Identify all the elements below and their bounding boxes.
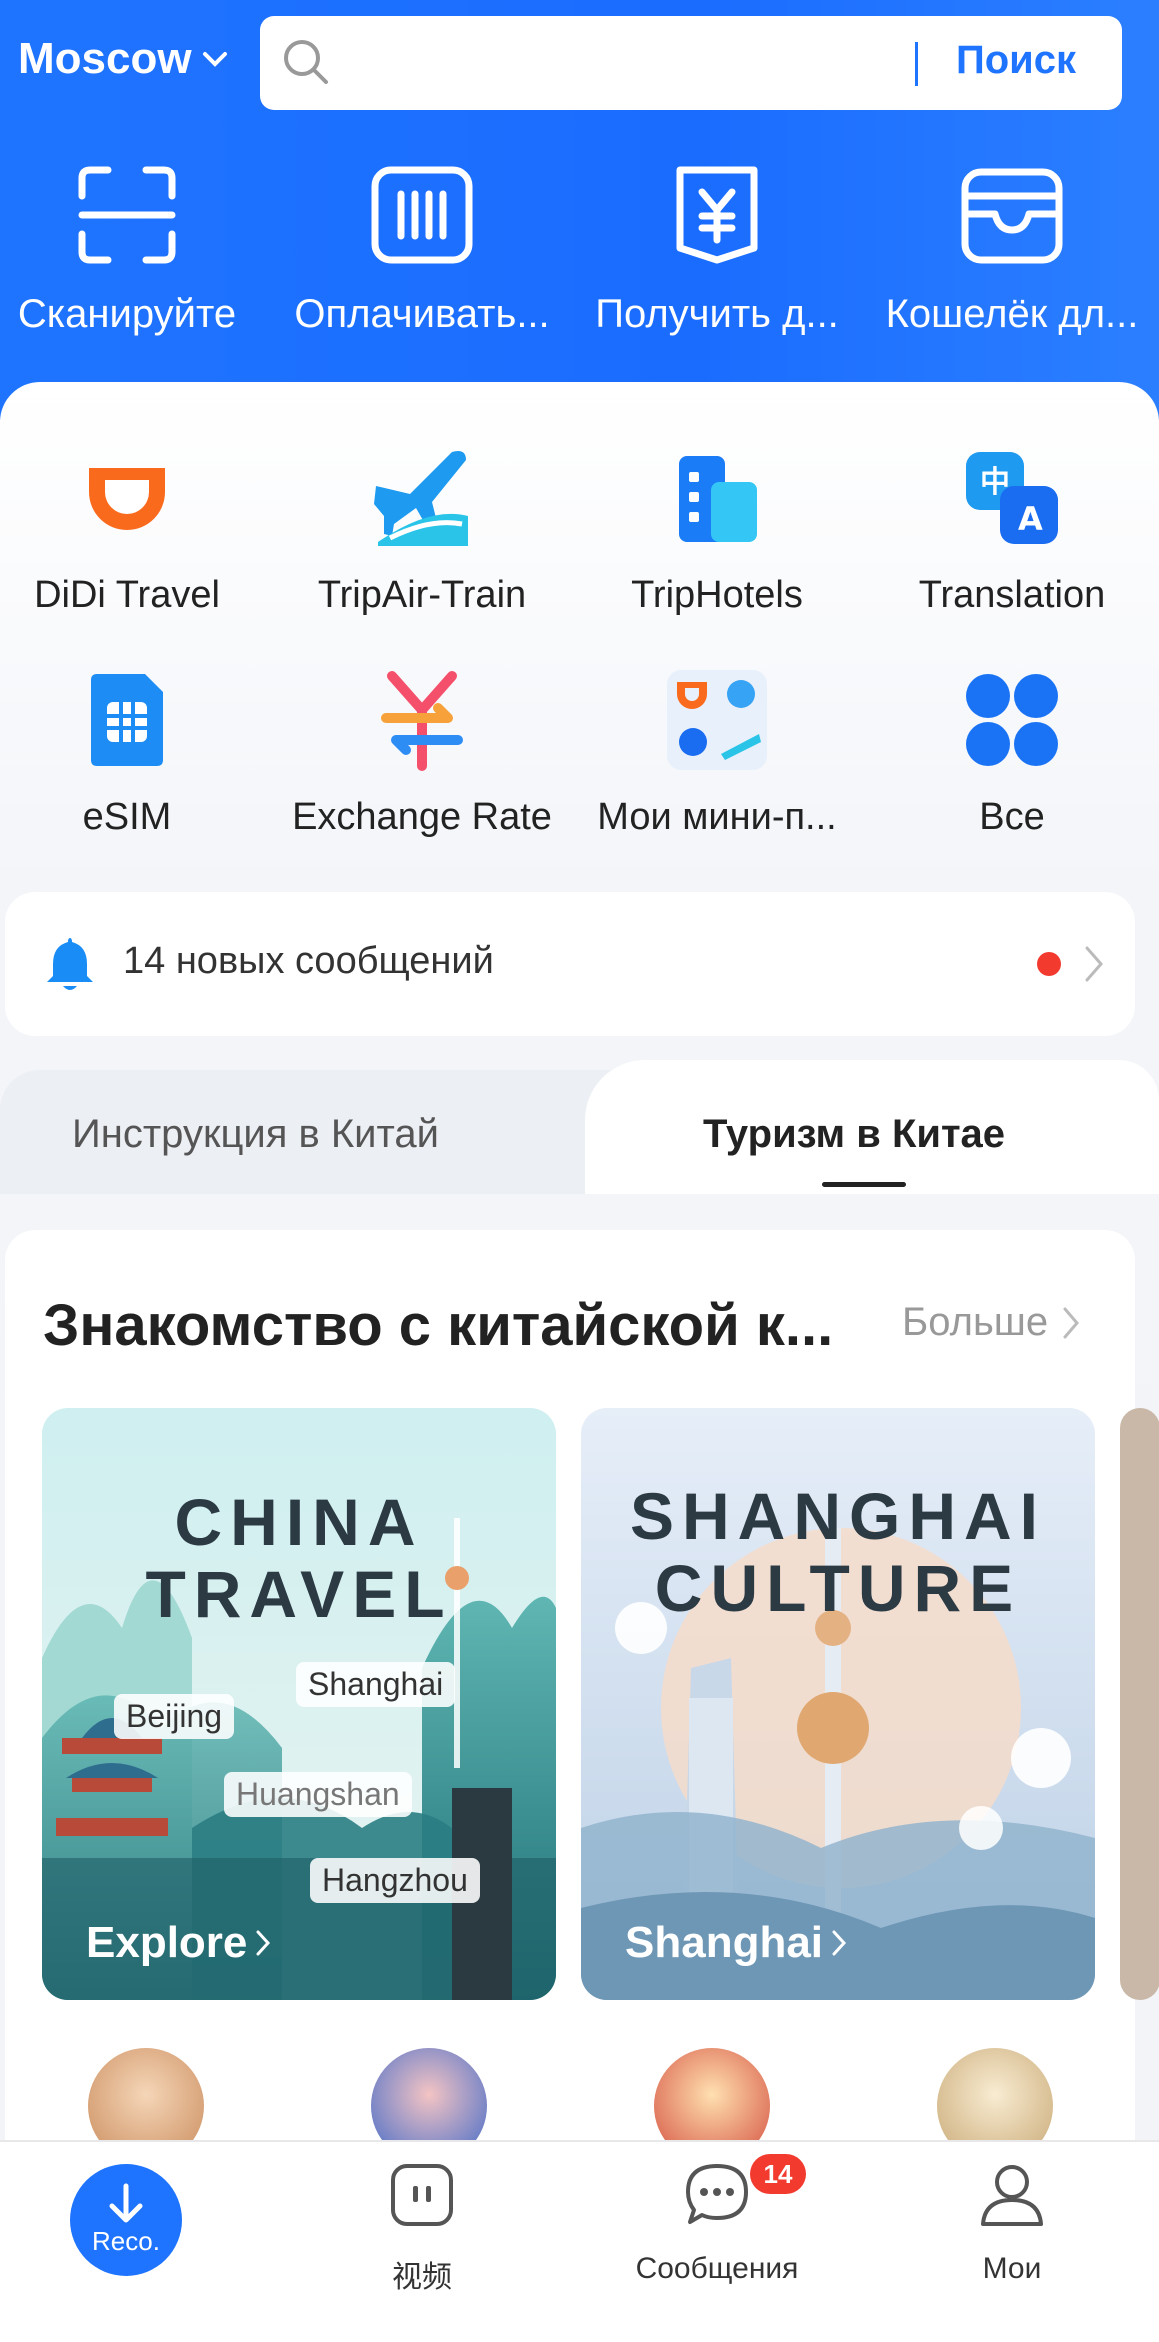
- nav-video[interactable]: 视频: [277, 2142, 567, 2342]
- app-all[interactable]: Все: [867, 668, 1157, 839]
- quick-action-label: Сканируйте: [17, 292, 237, 336]
- explore-label: Explore: [86, 1918, 248, 1967]
- app-label: Все: [979, 796, 1045, 838]
- video-icon: [391, 2164, 453, 2226]
- messages-notification[interactable]: 14 новых сообщений: [5, 892, 1135, 1036]
- mini-programs-icon: [667, 670, 767, 770]
- nav-mine[interactable]: Мои: [867, 2142, 1157, 2342]
- quick-action-label: Оплачивать...: [294, 292, 550, 336]
- notification-text: 14 новых сообщений: [123, 940, 494, 982]
- app-exchange-rate[interactable]: Exchange Rate: [277, 668, 567, 839]
- tab-china-guide-label[interactable]: Инструкция в Китай: [72, 1112, 439, 1157]
- nav-messages[interactable]: Сообщения: [572, 2142, 862, 2342]
- reco-button[interactable]: Reco.: [70, 2164, 182, 2276]
- quick-action-pay[interactable]: Оплачивать...: [277, 160, 567, 360]
- quick-action-wallet[interactable]: Кошелёк дл...: [867, 160, 1157, 360]
- quick-action-label: Получить д...: [595, 292, 839, 336]
- tag-beijing: Beijing: [114, 1694, 235, 1739]
- app-label: DiDi Travel: [34, 574, 220, 616]
- header: Moscow Поиск Сканируйте Оплачивать... По…: [0, 0, 1159, 420]
- quick-action-receive[interactable]: Получить д...: [572, 160, 862, 360]
- app-label: TripHotels: [631, 574, 803, 616]
- bottom-navigation: Reco. 视频 Сообщения 14 Мои: [0, 2140, 1159, 2342]
- nav-mine-label: Мои: [982, 2252, 1042, 2285]
- quick-action-label: Кошелёк дл...: [885, 292, 1139, 336]
- chevron-right-icon: [1085, 946, 1103, 982]
- chevron-down-icon: [202, 52, 227, 67]
- app-label: Translation: [918, 574, 1106, 616]
- banner-title-line1: CHINA: [174, 1485, 424, 1559]
- arrow-down-icon: [109, 2183, 143, 2223]
- app-tripair-train[interactable]: TripAir-Train: [277, 446, 567, 617]
- unread-dot: [1037, 952, 1061, 976]
- next-banner-peek[interactable]: [1120, 1408, 1159, 2000]
- app-esim[interactable]: eSIM: [0, 668, 272, 839]
- svg-text:A: A: [1018, 500, 1043, 538]
- all-apps-icon: [966, 674, 1058, 766]
- quick-action-scan[interactable]: Сканируйте: [0, 160, 272, 360]
- svg-text:中: 中: [980, 465, 1010, 500]
- tab-china-tourism-label[interactable]: Туризм в Китае: [703, 1112, 1005, 1157]
- tag-huangshan: Huangshan: [224, 1772, 412, 1817]
- wallet-icon: [961, 168, 1063, 264]
- tag-hangzhou: Hangzhou: [310, 1858, 480, 1903]
- exchange-icon: [381, 671, 463, 771]
- reco-label: Reco.: [92, 2226, 160, 2256]
- china-travel-banner[interactable]: CHINA TRAVEL Shanghai Beijing Huangshan …: [42, 1408, 556, 2000]
- app-label: Exchange Rate: [292, 796, 552, 838]
- banner-title-line1: SHANGHAI: [629, 1479, 1046, 1553]
- tag-shanghai: Shanghai: [296, 1662, 456, 1707]
- person-icon: [981, 2165, 1043, 2226]
- chat-bubble-icon: [686, 2164, 748, 2224]
- receive-yuan-icon: [676, 166, 758, 264]
- search-bar[interactable]: Поиск: [260, 16, 1122, 110]
- nav-reco[interactable]: Reco.: [0, 2142, 290, 2342]
- app-label: Мои мини-п...: [597, 796, 837, 838]
- banner-title-line2: CULTURE: [654, 1551, 1022, 1625]
- content-tabs: Инструкция в Китай Туризм в Китае: [0, 1060, 1159, 1194]
- hotel-icon: [679, 456, 757, 542]
- banner-title-line2: TRAVEL: [145, 1557, 453, 1631]
- more-link[interactable]: Больше: [902, 1300, 1080, 1345]
- app-mini-programs[interactable]: Мои мини-п...: [572, 668, 862, 839]
- nav-video-label: 视频: [392, 2261, 452, 2294]
- section-title: Знакомство с китайской к...: [43, 1293, 834, 1358]
- didi-icon: [89, 468, 165, 530]
- city-selector[interactable]: Moscow: [18, 34, 228, 84]
- search-divider: [915, 42, 918, 86]
- search-button[interactable]: Поиск: [956, 38, 1076, 83]
- pay-barcode-icon: [371, 166, 473, 264]
- messages-badge: 14: [750, 2154, 806, 2194]
- active-tab-indicator: [822, 1182, 906, 1187]
- shanghai-culture-banner[interactable]: SHANGHAI CULTURE Shanghai: [581, 1408, 1095, 2000]
- app-label: TripAir-Train: [317, 574, 527, 616]
- translate-icon: 中A: [966, 452, 1058, 544]
- chevron-right-icon: [832, 1930, 847, 1956]
- chevron-right-icon: [1063, 1307, 1080, 1338]
- chevron-right-icon: [256, 1930, 271, 1956]
- bell-icon: [47, 938, 93, 990]
- search-icon: [284, 40, 328, 84]
- more-label: Больше: [902, 1300, 1049, 1344]
- app-triphotels[interactable]: TripHotels: [572, 446, 862, 617]
- scan-icon: [78, 166, 176, 264]
- app-didi-travel[interactable]: DiDi Travel: [0, 446, 272, 617]
- app-label: eSIM: [82, 796, 172, 838]
- app-translation[interactable]: 中A Translation: [867, 446, 1157, 617]
- shanghai-label: Shanghai: [625, 1918, 824, 1967]
- esim-icon: [91, 674, 163, 766]
- nav-messages-label: Сообщения: [635, 2252, 799, 2285]
- explore-cta[interactable]: Explore: [86, 1918, 271, 1968]
- city-label: Moscow: [18, 34, 192, 83]
- plane-train-icon: [374, 451, 468, 546]
- shanghai-cta[interactable]: Shanghai: [625, 1918, 847, 1968]
